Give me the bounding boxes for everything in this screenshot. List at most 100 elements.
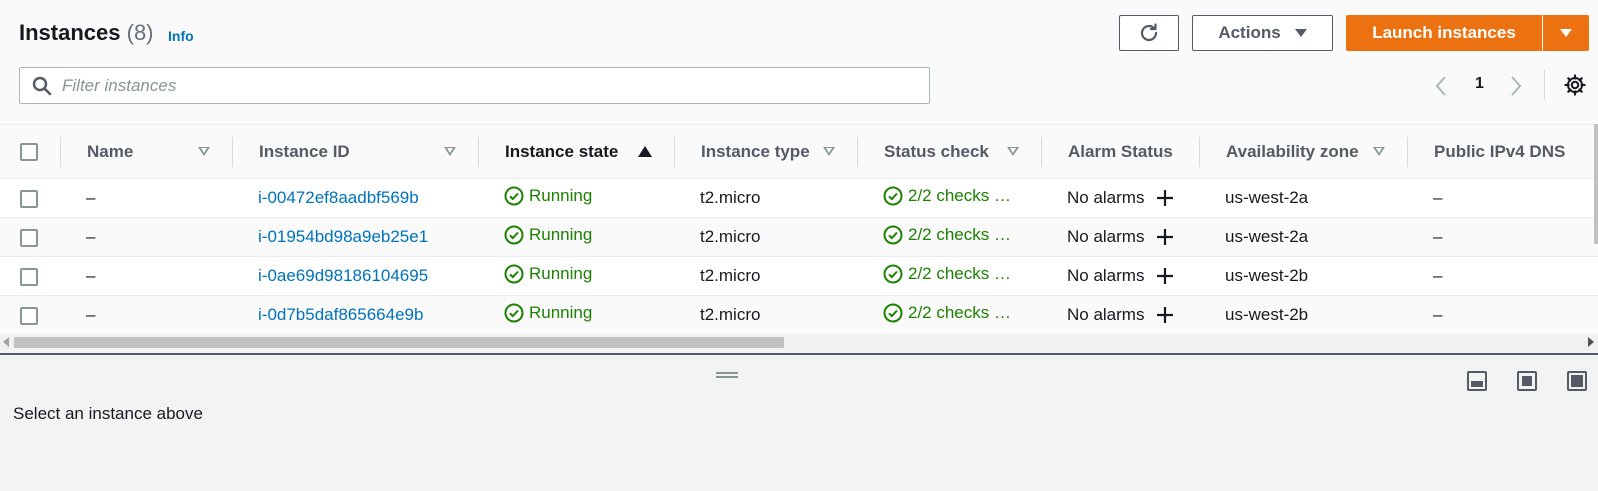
instance-state-label: Running — [529, 185, 593, 205]
scroll-right-icon[interactable] — [1588, 337, 1594, 347]
name-cell: – — [86, 188, 96, 207]
instance-id-link[interactable]: i-0ae69d98186104695 — [258, 266, 428, 285]
split-bottom-icon[interactable] — [1467, 371, 1487, 391]
instance-type-cell: t2.micro — [700, 305, 761, 324]
add-alarm-icon[interactable] — [1156, 306, 1174, 324]
public-dns-cell: – — [1433, 305, 1443, 324]
instance-state: Running — [504, 186, 592, 206]
status-ok-icon — [883, 225, 903, 244]
column-header-public-ipv4-dns[interactable]: Public IPv4 DNS — [1407, 125, 1598, 179]
status-check: 2/2 checks … — [883, 225, 1011, 245]
resize-handle-icon[interactable] — [716, 372, 738, 378]
status-check-label: 2/2 checks … — [908, 185, 1011, 205]
instance-state: Running — [504, 303, 592, 323]
sort-ascending-icon[interactable] — [638, 146, 652, 157]
column-header-status-check[interactable]: Status check — [857, 125, 1041, 179]
filter-sort-icon[interactable] — [1373, 147, 1385, 156]
table-row[interactable]: – i-00472ef8aadbf569b Running t2.micro 2… — [0, 178, 1598, 218]
table-row[interactable]: – i-0ae69d98186104695 Running t2.micro 2… — [0, 256, 1598, 296]
alarm-status: No alarms — [1067, 227, 1174, 247]
pager-divider — [1544, 70, 1545, 100]
table-row[interactable]: – i-01954bd98a9eb25e1 Running t2.micro 2… — [0, 217, 1598, 257]
instance-id-link[interactable]: i-0d7b5daf865664e9b — [258, 305, 423, 324]
instance-id-link[interactable]: i-00472ef8aadbf569b — [258, 188, 419, 207]
row-checkbox[interactable] — [20, 306, 38, 325]
instance-id-link[interactable]: i-01954bd98a9eb25e1 — [258, 227, 428, 246]
alarm-status-label: No alarms — [1067, 266, 1145, 285]
column-header-instance-state[interactable]: Instance state — [478, 125, 674, 179]
split-full-icon[interactable] — [1567, 371, 1587, 391]
name-cell: – — [86, 227, 96, 246]
refresh-icon — [1140, 23, 1158, 42]
search-icon — [32, 76, 52, 96]
instances-table: Name Instance ID Instance state Instance… — [0, 124, 1598, 334]
column-header-name[interactable]: Name — [60, 125, 232, 179]
status-check-label: 2/2 checks … — [908, 302, 1011, 322]
horizontal-scrollbar-thumb[interactable] — [14, 337, 784, 348]
current-page-number[interactable]: 1 — [1475, 75, 1484, 93]
gear-icon[interactable] — [1564, 74, 1586, 96]
select-all-header — [0, 125, 60, 179]
status-check-label: 2/2 checks … — [908, 224, 1011, 244]
instance-state: Running — [504, 225, 592, 245]
filter-sort-icon[interactable] — [823, 147, 835, 156]
status-ok-icon — [504, 225, 524, 244]
add-alarm-icon[interactable] — [1156, 228, 1174, 246]
actions-button[interactable]: Actions — [1192, 15, 1333, 51]
status-check-label: 2/2 checks … — [908, 263, 1011, 283]
caret-down-icon — [1294, 29, 1307, 37]
status-ok-icon — [883, 264, 903, 283]
filter-sort-icon[interactable] — [444, 147, 456, 156]
instance-type-cell: t2.micro — [700, 227, 761, 246]
column-header-availability-zone[interactable]: Availability zone — [1199, 125, 1407, 179]
launch-options-dropdown[interactable] — [1542, 15, 1589, 51]
launch-label: Launch instances — [1372, 23, 1516, 42]
page-title: Instances (8) — [19, 20, 154, 46]
availability-zone-cell: us-west-2a — [1225, 188, 1309, 207]
instance-state-label: Running — [529, 263, 593, 283]
add-alarm-icon[interactable] — [1156, 267, 1174, 285]
availability-zone-cell: us-west-2b — [1225, 266, 1309, 285]
page-title-text: Instances — [19, 20, 121, 45]
status-ok-icon — [883, 303, 903, 322]
public-dns-cell: – — [1433, 227, 1443, 246]
filter-instances-input[interactable] — [62, 72, 912, 99]
table-row[interactable]: – i-0d7b5daf865664e9b Running t2.micro 2… — [0, 295, 1598, 334]
instance-count: (8) — [126, 20, 154, 45]
alarm-status-label: No alarms — [1067, 188, 1145, 207]
name-cell: – — [86, 266, 96, 285]
status-check: 2/2 checks … — [883, 186, 1011, 206]
scroll-left-icon[interactable] — [3, 337, 9, 347]
previous-page-icon[interactable] — [1434, 75, 1448, 97]
refresh-button[interactable] — [1119, 15, 1179, 51]
next-page-icon[interactable] — [1509, 75, 1523, 97]
column-header-alarm-status[interactable]: Alarm Status — [1041, 125, 1199, 179]
alarm-status-label: No alarms — [1067, 305, 1145, 324]
split-middle-icon[interactable] — [1517, 371, 1537, 391]
filter-sort-icon[interactable] — [198, 147, 210, 156]
column-header-instance-type[interactable]: Instance type — [674, 125, 857, 179]
vertical-scrollbar-thumb[interactable] — [1594, 124, 1598, 244]
select-all-checkbox[interactable] — [20, 142, 38, 161]
public-dns-cell: – — [1433, 266, 1443, 285]
instance-type-cell: t2.micro — [700, 188, 761, 207]
instance-state-label: Running — [529, 302, 593, 322]
name-cell: – — [86, 305, 96, 324]
filter-sort-icon[interactable] — [1007, 147, 1019, 156]
row-checkbox[interactable] — [20, 189, 38, 208]
instance-state-label: Running — [529, 224, 593, 244]
status-ok-icon — [504, 264, 524, 283]
add-alarm-icon[interactable] — [1156, 189, 1174, 207]
horizontal-scrollbar[interactable] — [0, 334, 1598, 350]
column-header-instance-id[interactable]: Instance ID — [232, 125, 478, 179]
table-header-row: Name Instance ID Instance state Instance… — [0, 124, 1598, 179]
details-pane: Select an instance above — [0, 355, 1598, 491]
select-instance-message: Select an instance above — [13, 404, 203, 423]
row-checkbox[interactable] — [20, 267, 38, 286]
info-link[interactable]: Info — [168, 28, 194, 44]
status-ok-icon — [883, 186, 903, 205]
launch-instances-button[interactable]: Launch instances — [1346, 15, 1542, 51]
alarm-status: No alarms — [1067, 305, 1174, 325]
filter-instances-field[interactable] — [19, 67, 930, 104]
row-checkbox[interactable] — [20, 228, 38, 247]
